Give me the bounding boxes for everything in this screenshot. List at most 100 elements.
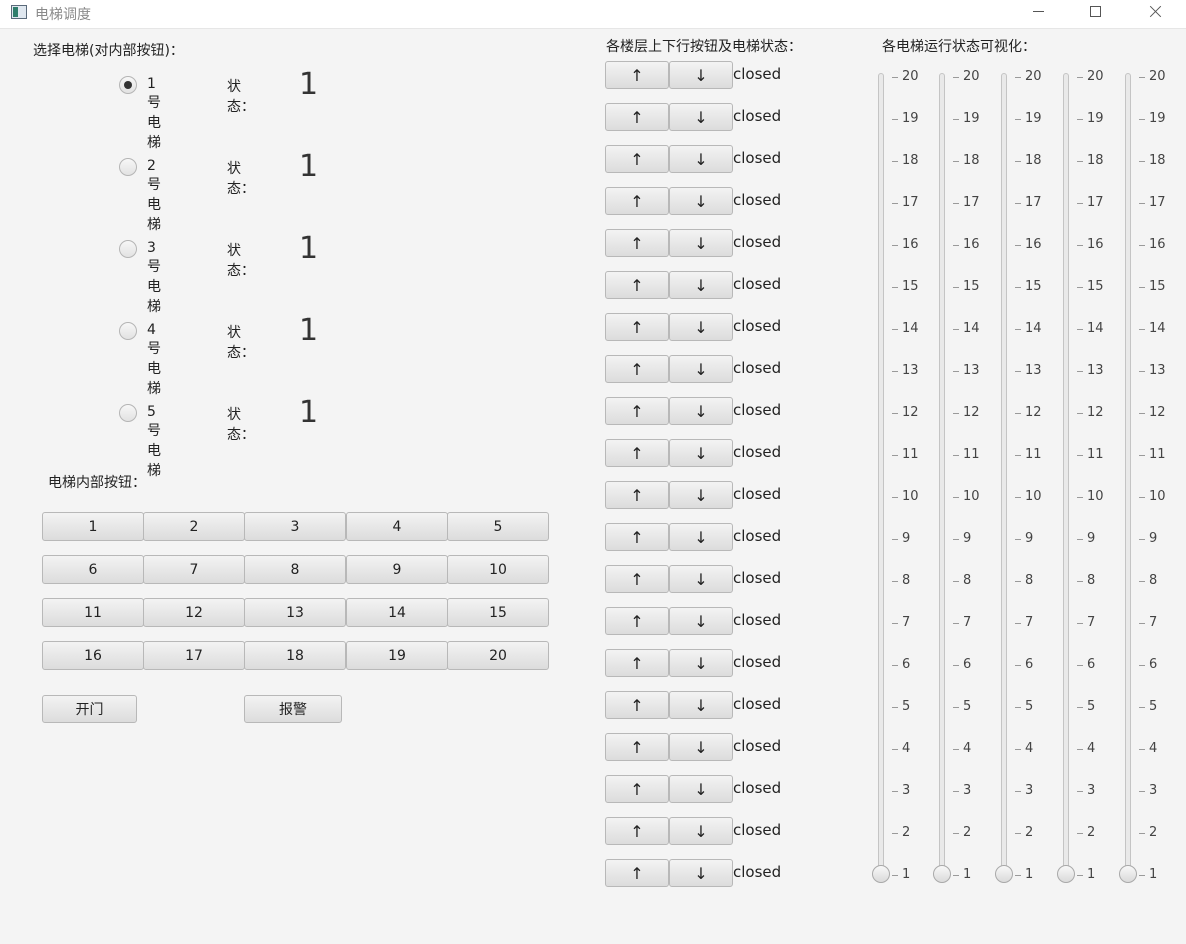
- tick-mark: [1139, 203, 1145, 204]
- maximize-icon[interactable]: [1068, 0, 1126, 28]
- slider-thumb[interactable]: [1057, 865, 1075, 883]
- down-call-button[interactable]: ↓: [669, 733, 733, 761]
- tick-label: 4: [902, 741, 911, 756]
- tick-label: 3: [963, 783, 972, 798]
- floor-button-14[interactable]: 14: [346, 598, 448, 627]
- floor-button-5[interactable]: 5: [447, 512, 549, 541]
- tick-mark: [953, 413, 959, 414]
- slider-thumb[interactable]: [1119, 865, 1137, 883]
- floor-button-6[interactable]: 6: [42, 555, 144, 584]
- down-call-button[interactable]: ↓: [669, 523, 733, 551]
- floor-call-row: ↑ ↓ closed: [605, 145, 805, 173]
- floor-button-10[interactable]: 10: [447, 555, 549, 584]
- floor-button-19[interactable]: 19: [346, 641, 448, 670]
- up-call-button[interactable]: ↑: [605, 523, 669, 551]
- floor-call-row: ↑ ↓ closed: [605, 103, 805, 131]
- up-call-button[interactable]: ↑: [605, 313, 669, 341]
- down-call-button[interactable]: ↓: [669, 439, 733, 467]
- down-call-button[interactable]: ↓: [669, 61, 733, 89]
- up-call-button[interactable]: ↑: [605, 859, 669, 887]
- down-call-button[interactable]: ↓: [669, 271, 733, 299]
- up-call-button[interactable]: ↑: [605, 229, 669, 257]
- down-call-button[interactable]: ↓: [669, 859, 733, 887]
- elevator-4-radio[interactable]: [119, 322, 137, 340]
- elevator-radio-label[interactable]: 4号电梯: [147, 322, 161, 398]
- floor-button-11[interactable]: 11: [42, 598, 144, 627]
- tick-mark: [892, 77, 898, 78]
- slider-thumb[interactable]: [995, 865, 1013, 883]
- down-call-button[interactable]: ↓: [669, 397, 733, 425]
- elevator-radio-label[interactable]: 2号电梯: [147, 158, 161, 234]
- elevator-radio-label[interactable]: 3号电梯: [147, 240, 161, 316]
- floor-button-16[interactable]: 16: [42, 641, 144, 670]
- floor-button-1[interactable]: 1: [42, 512, 144, 541]
- status-label: 状态：: [227, 407, 255, 443]
- floor-button-9[interactable]: 9: [346, 555, 448, 584]
- floor-button-3[interactable]: 3: [244, 512, 346, 541]
- elevator-5-slider[interactable]: 20 19 18 17 16 15 14 13 12 11 10 9 8 7 6 5 4 3 2 1: [1119, 69, 1182, 885]
- up-call-button[interactable]: ↑: [605, 187, 669, 215]
- elevator-1-radio[interactable]: [119, 76, 137, 94]
- alarm-button[interactable]: 报警: [244, 695, 342, 723]
- down-call-button[interactable]: ↓: [669, 607, 733, 635]
- tick-mark: [1139, 791, 1145, 792]
- down-call-button[interactable]: ↓: [669, 355, 733, 383]
- close-icon[interactable]: [1126, 0, 1184, 28]
- elevator-radio-label[interactable]: 5号电梯: [147, 404, 161, 480]
- up-call-button[interactable]: ↑: [605, 691, 669, 719]
- down-call-button[interactable]: ↓: [669, 103, 733, 131]
- up-call-button[interactable]: ↑: [605, 733, 669, 761]
- up-call-button[interactable]: ↑: [605, 355, 669, 383]
- floor-button-8[interactable]: 8: [244, 555, 346, 584]
- tick-mark: [953, 77, 959, 78]
- tick-label: 2: [1149, 825, 1158, 840]
- up-call-button[interactable]: ↑: [605, 607, 669, 635]
- up-call-button[interactable]: ↑: [605, 103, 669, 131]
- up-call-button[interactable]: ↑: [605, 817, 669, 845]
- tick-mark: [1015, 413, 1021, 414]
- floor-button-20[interactable]: 20: [447, 641, 549, 670]
- slider-thumb[interactable]: [872, 865, 890, 883]
- down-call-button[interactable]: ↓: [669, 817, 733, 845]
- elevator-4-slider[interactable]: 20 19 18 17 16 15 14 13 12 11 10 9 8 7 6 5 4 3 2 1: [1057, 69, 1120, 885]
- up-call-button[interactable]: ↑: [605, 397, 669, 425]
- up-call-button[interactable]: ↑: [605, 145, 669, 173]
- floor-button-12[interactable]: 12: [143, 598, 245, 627]
- floor-button-4[interactable]: 4: [346, 512, 448, 541]
- elevator-3-radio[interactable]: [119, 240, 137, 258]
- down-call-button[interactable]: ↓: [669, 145, 733, 173]
- elevator-radio-label[interactable]: 1号电梯: [147, 76, 161, 152]
- down-call-button[interactable]: ↓: [669, 649, 733, 677]
- elevator-3-slider[interactable]: 20 19 18 17 16 15 14 13 12 11 10 9 8 7 6 5 4 3 2 1: [995, 69, 1058, 885]
- floor-button-13[interactable]: 13: [244, 598, 346, 627]
- tick-label: 7: [1087, 615, 1096, 630]
- elevator-5-radio[interactable]: [119, 404, 137, 422]
- floor-button-2[interactable]: 2: [143, 512, 245, 541]
- elevator-1-slider[interactable]: 20 19 18 17 16 15 14 13 12 11 10 9 8 7 6 5 4 3 2 1: [872, 69, 935, 885]
- floor-button-7[interactable]: 7: [143, 555, 245, 584]
- elevator-2-radio[interactable]: [119, 158, 137, 176]
- floor-button-17[interactable]: 17: [143, 641, 245, 670]
- elevator-2-slider[interactable]: 20 19 18 17 16 15 14 13 12 11 10 9 8 7 6 5 4 3 2 1: [933, 69, 996, 885]
- up-call-button[interactable]: ↑: [605, 565, 669, 593]
- up-call-button[interactable]: ↑: [605, 439, 669, 467]
- tick-mark: [953, 749, 959, 750]
- floor-button-15[interactable]: 15: [447, 598, 549, 627]
- up-call-button[interactable]: ↑: [605, 649, 669, 677]
- down-call-button[interactable]: ↓: [669, 187, 733, 215]
- down-call-button[interactable]: ↓: [669, 481, 733, 509]
- open-door-button[interactable]: 开门: [42, 695, 137, 723]
- down-call-button[interactable]: ↓: [669, 229, 733, 257]
- down-call-button[interactable]: ↓: [669, 313, 733, 341]
- floor-button-18[interactable]: 18: [244, 641, 346, 670]
- down-call-button[interactable]: ↓: [669, 565, 733, 593]
- up-call-button[interactable]: ↑: [605, 775, 669, 803]
- up-call-button[interactable]: ↑: [605, 481, 669, 509]
- down-call-button[interactable]: ↓: [669, 775, 733, 803]
- slider-thumb[interactable]: [933, 865, 951, 883]
- down-call-button[interactable]: ↓: [669, 691, 733, 719]
- tick-mark: [953, 875, 959, 876]
- up-call-button[interactable]: ↑: [605, 271, 669, 299]
- minimize-icon[interactable]: [1010, 0, 1068, 28]
- up-call-button[interactable]: ↑: [605, 61, 669, 89]
